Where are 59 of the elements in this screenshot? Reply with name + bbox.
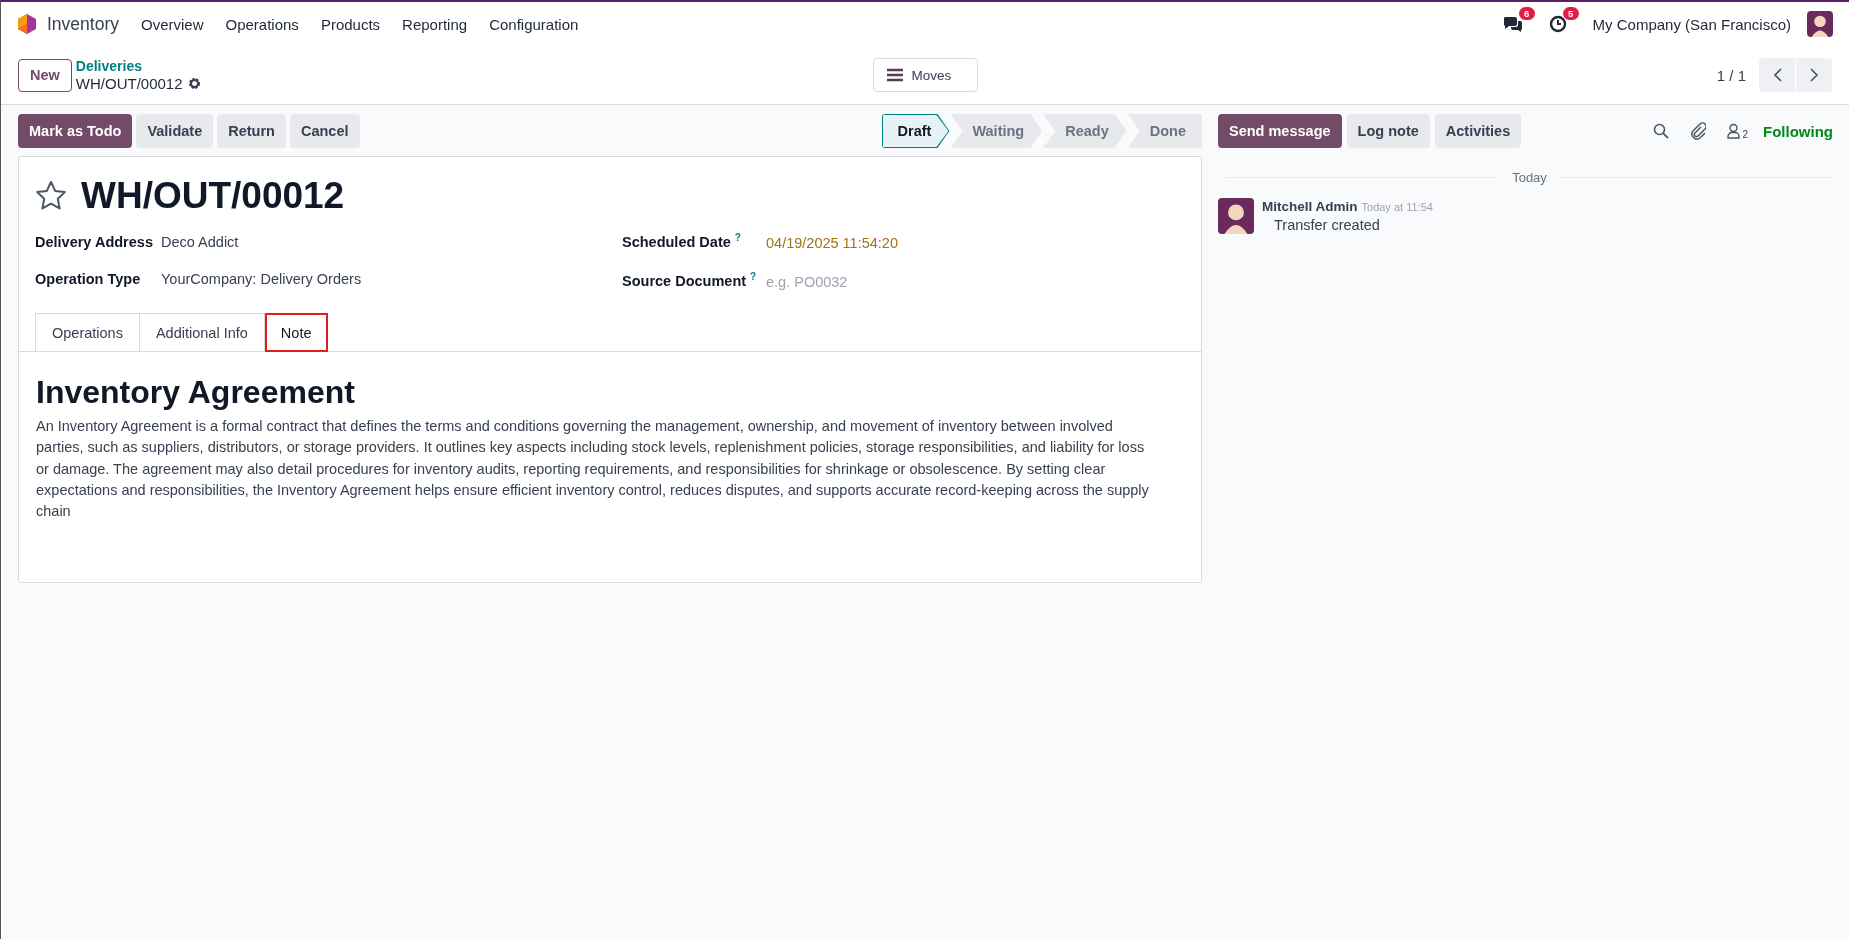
tab[interactable]: Operations: [35, 313, 140, 351]
status-step[interactable]: Done: [1127, 114, 1202, 148]
gear-icon[interactable]: [187, 77, 201, 90]
user-avatar: [1807, 11, 1833, 37]
clock-icon[interactable]: [1548, 15, 1567, 33]
paperclip-icon[interactable]: [1690, 122, 1707, 140]
following-button[interactable]: Following: [1763, 122, 1833, 140]
tab[interactable]: Additional Info: [139, 313, 265, 351]
date-separator: Today: [1512, 170, 1547, 185]
field-label: Operation Type: [35, 270, 142, 288]
field-label: Scheduled Date $^{?}$: [622, 233, 742, 252]
pager-value: 1 / 1: [1716, 66, 1746, 84]
new-button[interactable]: New: [18, 58, 72, 92]
person-icon: [1727, 123, 1741, 139]
chevron-right-icon: [1809, 68, 1819, 82]
record-title: WH/OUT/00012: [81, 175, 345, 217]
tab[interactable]: Note: [264, 313, 329, 352]
status-step[interactable]: Waiting: [950, 114, 1043, 148]
action-button[interactable]: Cancel: [289, 114, 360, 148]
date-value[interactable]: 04/19/2025 11:54:20: [766, 234, 1185, 252]
menu-item[interactable]: Reporting: [402, 15, 468, 33]
note-paragraph: An Inventory Agreement is a formal contract that defines the terms and conditions governing the management, ownership, and movement of inventory between involved parties, such as suppliers, distributors, or storage providers. It outlines key aspects including stock levels, replenishment policies, storage responsibilities, and liability for loss or damage. The agreement may also detail procedures for inventory audits, reporting requirements, and responsibilities for shrinkage or obsolescence. By setting clear expectations and responsibilities, the Inventory Agreement helps ensure efficient inventory control, reduces disputes, and supports accurate record-keeping across the supply chain: [36, 417, 1150, 522]
chevron-left-icon: [1772, 68, 1782, 82]
next-button[interactable]: [1796, 58, 1832, 92]
status-step[interactable]: Ready: [1043, 114, 1127, 148]
message-author[interactable]: Mitchell Admin: [1262, 199, 1358, 214]
search-icon[interactable]: [1653, 123, 1670, 139]
field-value: YourCompany: Delivery Orders: [161, 270, 363, 288]
activity-count-badge: 5: [1562, 7, 1579, 20]
followers-button[interactable]: 2: [1727, 122, 1748, 140]
note-heading: Inventory Agreement: [36, 374, 356, 410]
app-name[interactable]: Inventory: [47, 13, 119, 35]
menu-icon: [885, 68, 904, 82]
previous-button[interactable]: [1759, 58, 1795, 92]
status-step[interactable]: Draft: [881, 114, 950, 148]
author-avatar: [1218, 198, 1254, 234]
field-value: Deco Addict: [161, 233, 240, 251]
chatter-button[interactable]: Log note: [1346, 114, 1430, 148]
action-button[interactable]: Return: [217, 114, 286, 148]
menu-item[interactable]: Configuration: [489, 15, 579, 33]
primary-action-button[interactable]: Mark as Todo: [18, 114, 133, 148]
favorite-star-icon[interactable]: [35, 180, 67, 212]
menu-item[interactable]: Overview: [141, 15, 204, 33]
chat-icon[interactable]: [1502, 15, 1523, 33]
send-message-button[interactable]: Send message: [1218, 114, 1342, 148]
chatter-button[interactable]: Activities: [1434, 114, 1522, 148]
action-button[interactable]: Validate: [136, 114, 214, 148]
company-switcher[interactable]: My Company (San Francisco): [1592, 15, 1791, 33]
moves-button[interactable]: Moves: [872, 58, 978, 92]
menu-item[interactable]: Products: [320, 15, 381, 33]
breadcrumb-link[interactable]: Deliveries: [75, 58, 201, 75]
message-body: Transfer created: [1274, 217, 1381, 233]
record-name: WH/OUT/00012: [75, 75, 183, 92]
message-count-badge: 6: [1518, 7, 1535, 20]
menu-item[interactable]: Operations: [225, 15, 299, 33]
field-label: Delivery Address: [35, 233, 154, 251]
field-label: Source Document $^{?}$: [622, 272, 758, 291]
message-time: Today at 11:54: [1361, 201, 1433, 213]
app-logo-icon: [17, 13, 37, 35]
